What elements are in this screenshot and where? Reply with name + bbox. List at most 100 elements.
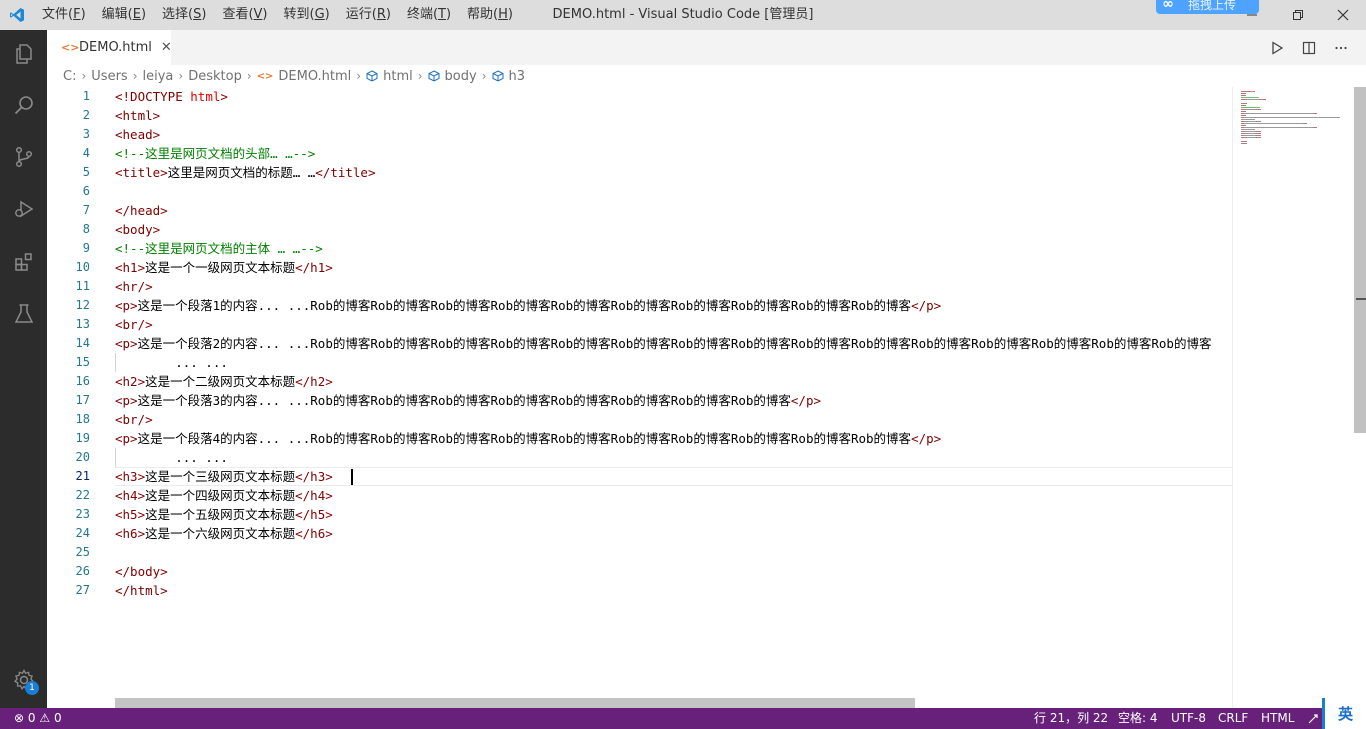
menu-item[interactable]: 编辑(E) <box>94 0 154 30</box>
code-line[interactable]: <p>这是一个段落1的内容... ...Rob的博客Rob的博客Rob的博客Ro… <box>115 296 941 315</box>
tab-demo-html[interactable]: <> DEMO.html ✕ <box>47 30 172 65</box>
menu-item[interactable]: 转到(G) <box>276 0 338 30</box>
minimize-button[interactable] <box>1229 0 1275 30</box>
split-editor-icon[interactable] <box>1293 30 1325 65</box>
activity-bar: 1 <box>0 30 47 708</box>
code-line[interactable]: <h1>这是一个一级网页文本标题</h1> <box>115 258 333 277</box>
settings-badge: 1 <box>25 681 39 695</box>
code-line[interactable]: <br/> <box>115 410 153 429</box>
code-line[interactable]: <hr/> <box>115 277 153 296</box>
run-debug-icon[interactable] <box>0 185 47 233</box>
code-token: 这是一个二级网页文本标题 <box>145 374 296 389</box>
indentation-setting[interactable]: 空格: 4 <box>1118 708 1158 729</box>
line-number: 10 <box>75 260 90 274</box>
minimap[interactable] <box>1233 87 1354 708</box>
extensions-icon[interactable] <box>0 238 47 286</box>
menu-item[interactable]: 查看(V) <box>214 0 275 30</box>
code-line[interactable]: <title>这里是网页文档的标题… …</title> <box>115 163 375 182</box>
warning-icon: ⚠ <box>39 711 51 725</box>
code-line[interactable]: </head> <box>115 201 168 220</box>
code-line[interactable]: </body> <box>115 562 168 581</box>
explorer-icon[interactable] <box>0 30 47 78</box>
breadcrumb-drive[interactable]: C: <box>63 69 76 84</box>
menu-item[interactable]: 终端(T) <box>399 0 459 30</box>
eol-setting[interactable]: CRLF <box>1218 708 1248 729</box>
feedback-icon[interactable] <box>1306 708 1320 729</box>
code-line[interactable]: <!--这里是网页文档的头部… …--> <box>115 144 315 163</box>
line-number: 27 <box>75 583 90 597</box>
menu-label-end: ) <box>201 7 207 22</box>
breadcrumb-h3[interactable]: h3 <box>509 69 526 84</box>
search-icon[interactable] <box>0 81 47 129</box>
code-line[interactable]: </html> <box>115 581 168 600</box>
code-token: </h4> <box>295 488 333 503</box>
breadcrumb-users[interactable]: Users <box>91 69 127 84</box>
indent-guide <box>115 353 116 372</box>
code-token: html <box>190 89 221 104</box>
ime-language-indicator[interactable]: 英 <box>1322 698 1366 729</box>
menu-label: 文件( <box>42 7 74 22</box>
code-line[interactable]: <!--这里是网页文档的主体 … …--> <box>115 239 323 258</box>
menu-item[interactable]: 选择(S) <box>154 0 214 30</box>
run-file-icon[interactable] <box>1261 30 1293 65</box>
minimap-stroke <box>1241 93 1246 94</box>
code-line[interactable]: <p>这是一个段落2的内容... ...Rob的博客Rob的博客Rob的博客Ro… <box>115 334 1211 353</box>
minimap-stroke <box>1245 109 1256 110</box>
close-icon[interactable]: ✕ <box>161 40 172 55</box>
code-editor[interactable]: 1 2 3 4 5 6 7 8 9 10 11 12 13 14 15 16 17 18 19 20 21 22 23 24 2… <box>47 87 1233 708</box>
line-number: 17 <box>75 393 90 407</box>
code-token: 这是一个段落4的内容... ...Rob的博客Rob的博客Rob的博客Rob的博… <box>137 431 912 446</box>
breadcrumb-html[interactable]: html <box>383 69 413 84</box>
settings-gear-icon[interactable] <box>0 656 47 704</box>
line-number: 11 <box>75 279 90 293</box>
line-number: 14 <box>75 336 90 350</box>
restore-button[interactable] <box>1275 0 1321 30</box>
code-line[interactable]: <h5>这是一个五级网页文本标题</h5> <box>115 505 333 524</box>
code-line[interactable]: ... ... <box>115 353 228 372</box>
testing-icon[interactable] <box>0 290 47 338</box>
code-line[interactable]: <h3>这是一个三级网页文本标题</h3> <box>115 467 333 486</box>
menu-item[interactable]: 文件(F) <box>34 0 94 30</box>
chevron-right-icon: › <box>246 69 252 83</box>
source-control-icon[interactable] <box>0 133 47 181</box>
horizontal-scrollbar[interactable] <box>115 698 915 708</box>
line-number: 23 <box>75 507 90 521</box>
cursor-position[interactable]: 行 21，列 22 <box>1034 708 1108 729</box>
code-line[interactable]: <p>这是一个段落3的内容... ...Rob的博客Rob的博客Rob的博客Ro… <box>115 391 821 410</box>
code-line[interactable]: <body> <box>115 220 160 239</box>
menu-accelerator: T <box>438 7 446 22</box>
breadcrumb-user[interactable]: leiya <box>143 69 174 84</box>
html-file-icon: <> <box>256 70 274 82</box>
more-actions-icon[interactable] <box>1325 30 1357 65</box>
code-line[interactable]: <h4>这是一个四级网页文本标题</h4> <box>115 486 333 505</box>
code-line[interactable]: <!DOCTYPE html> <box>115 87 228 106</box>
code-line[interactable]: <html> <box>115 106 160 125</box>
problems-indicator[interactable]: ⊗ 0 ⚠ 0 <box>14 708 62 729</box>
breadcrumb-body[interactable]: body <box>445 69 477 84</box>
code-line[interactable]: <br/> <box>115 315 153 334</box>
code-line[interactable]: <p>这是一个段落4的内容... ...Rob的博客Rob的博客Rob的博客Ro… <box>115 429 941 448</box>
code-token: <!--这里是网页文档的主体 … …--> <box>115 241 323 256</box>
encoding-setting[interactable]: UTF-8 <box>1171 708 1206 729</box>
menu-item[interactable]: 帮助(H) <box>459 0 521 30</box>
code-line[interactable]: ... ... <box>115 448 228 467</box>
minimap-stroke <box>1313 127 1317 128</box>
html-file-icon: <> <box>61 41 80 54</box>
code-token: 这是一个四级网页文本标题 <box>145 488 296 503</box>
breadcrumb-desktop[interactable]: Desktop <box>188 69 242 84</box>
line-number: 26 <box>75 564 90 578</box>
minimap-stroke <box>1256 137 1261 138</box>
code-token: ... ... <box>115 355 228 370</box>
minimap-stroke <box>1245 137 1256 138</box>
code-line[interactable]: <h6>这是一个六级网页文本标题</h6> <box>115 524 333 543</box>
vertical-scrollbar[interactable] <box>1354 87 1366 433</box>
symbol-element-icon <box>428 70 440 82</box>
language-mode[interactable]: HTML <box>1261 708 1294 729</box>
minimap-stroke <box>1256 131 1261 132</box>
breadcrumb-file[interactable]: DEMO.html <box>278 69 351 84</box>
code-line[interactable]: <h2>这是一个二级网页文本标题</h2> <box>115 372 333 391</box>
code-line[interactable]: <head> <box>115 125 160 144</box>
menu-item[interactable]: 运行(R) <box>338 0 399 30</box>
code-token: <p> <box>115 336 138 351</box>
close-button[interactable] <box>1320 0 1366 30</box>
